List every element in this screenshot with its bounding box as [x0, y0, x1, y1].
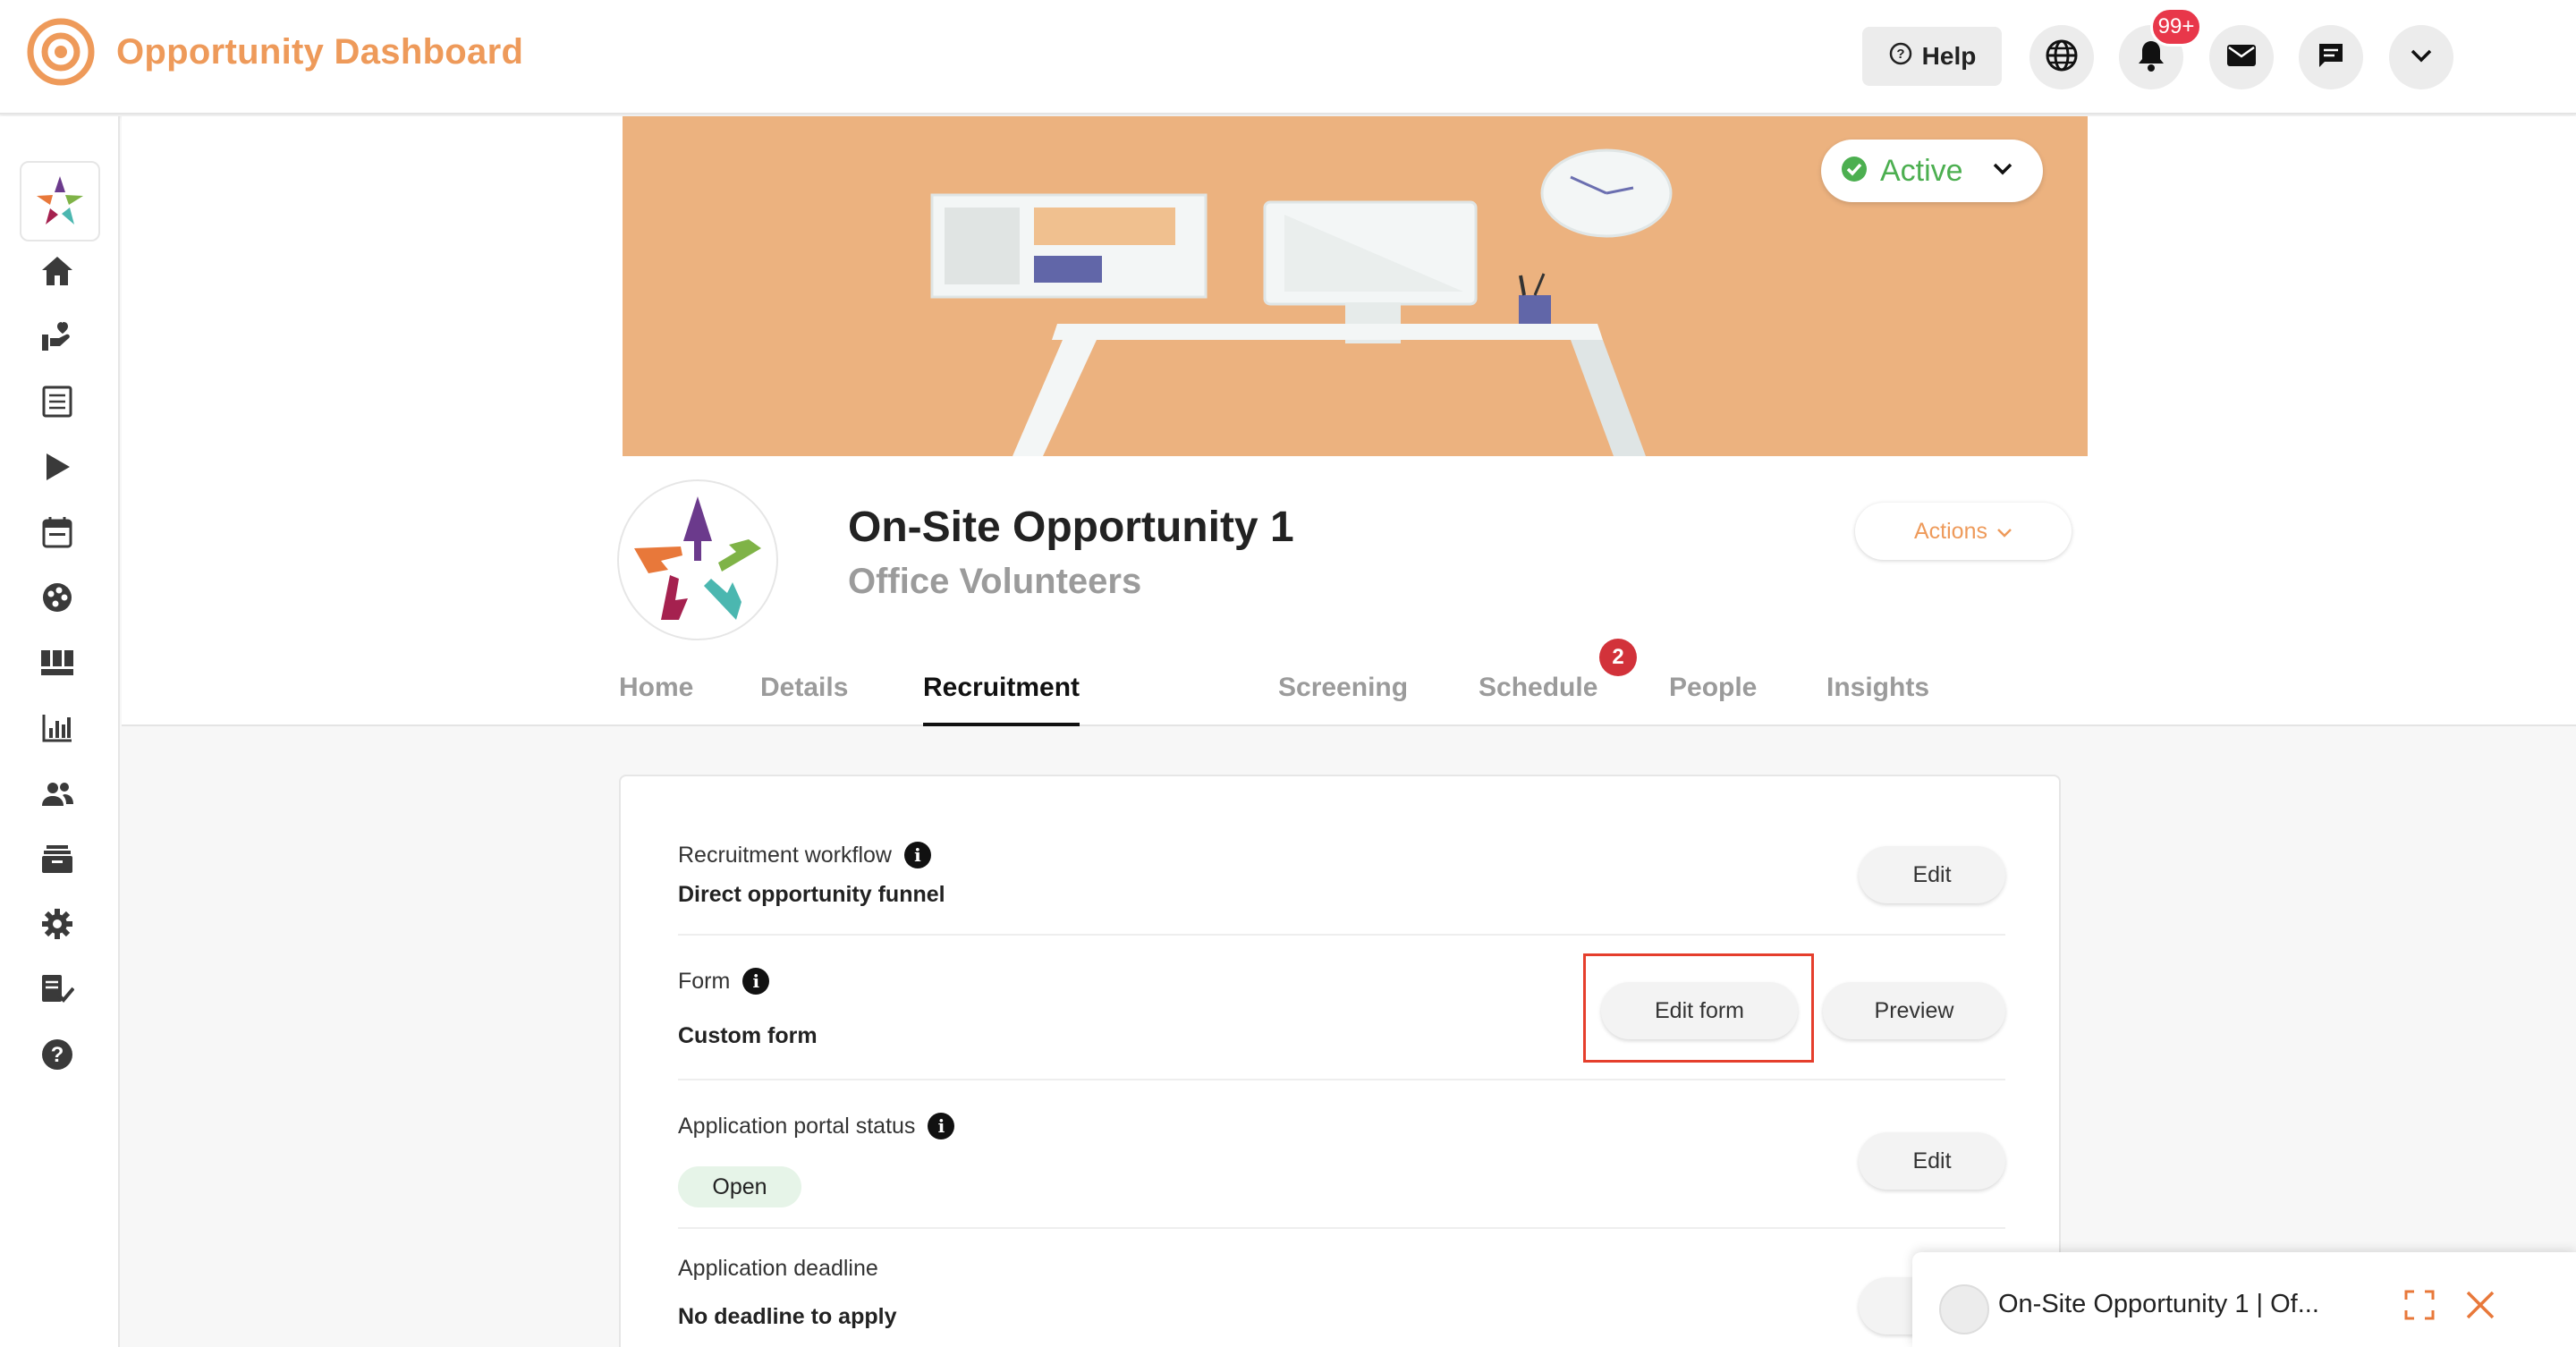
form-label: Form i: [678, 968, 770, 995]
expand-icon[interactable]: [2404, 1290, 2435, 1325]
sidebar-item-volunteering[interactable]: [33, 314, 81, 362]
messages-button[interactable]: [2299, 25, 2363, 89]
checklist-icon: [41, 385, 73, 423]
portal-status-row: Application portal status i Open Edit: [678, 1080, 2005, 1229]
recruitment-card: Recruitment workflow i Direct opportunit…: [619, 775, 2061, 1347]
app-logo[interactable]: [27, 18, 95, 86]
chat-icon: [2317, 41, 2345, 74]
portal-status-label-text: Application portal status: [678, 1113, 916, 1139]
chevron-down-icon: [1992, 162, 2013, 181]
tab-recruitment[interactable]: Recruitment: [923, 673, 1080, 726]
notification-badge: 99+: [2150, 7, 2202, 47]
chevron-down-icon: [1996, 519, 2012, 545]
people-icon: [40, 780, 74, 811]
workflow-label: Recruitment workflow i: [678, 842, 931, 868]
help-label: Help: [1921, 42, 1977, 70]
board-icon: [40, 649, 74, 681]
approval-icon: [40, 973, 75, 1010]
info-icon[interactable]: i: [742, 968, 770, 995]
form-row: Form i Custom form Edit form Preview: [678, 936, 2005, 1080]
form-label-text: Form: [678, 968, 731, 994]
sidebar-item-archive[interactable]: [33, 836, 81, 885]
tab-people[interactable]: People: [1669, 673, 1757, 726]
main-content: Active On-Site Opportunity 1 Office Volu…: [122, 116, 2576, 1347]
sidebar-item-board[interactable]: [33, 640, 81, 689]
bar-chart-icon: [41, 713, 73, 748]
mail-button[interactable]: [2209, 25, 2274, 89]
tab-details[interactable]: Details: [760, 673, 848, 726]
window-avatar: [1939, 1284, 1989, 1334]
actions-button[interactable]: Actions: [1855, 503, 2072, 560]
tab-insights[interactable]: Insights: [1826, 673, 1929, 726]
status-dropdown[interactable]: Active: [1821, 140, 2043, 202]
actions-label: Actions: [1914, 518, 1987, 544]
help-icon: ?: [1888, 41, 1913, 72]
edit-form-button[interactable]: Edit form: [1601, 982, 1798, 1039]
workflow-label-text: Recruitment workflow: [678, 842, 892, 868]
form-value: Custom form: [678, 1023, 818, 1048]
organization-logo[interactable]: [20, 161, 100, 241]
sidebar-item-approvals[interactable]: [33, 967, 81, 1015]
hands-logo-icon: [634, 496, 761, 620]
account-menu-button[interactable]: [2389, 25, 2453, 89]
portal-status-badge: Open: [678, 1166, 801, 1207]
workflow-value: Direct opportunity funnel: [678, 882, 945, 907]
home-icon: [40, 255, 74, 292]
deadline-value: No deadline to apply: [678, 1304, 897, 1329]
app-title: Opportunity Dashboard: [116, 32, 524, 72]
status-label: Active: [1880, 153, 1963, 188]
deadline-label: Application deadline: [678, 1256, 878, 1281]
tab-home[interactable]: Home: [619, 673, 693, 726]
opportunity-title: On-Site Opportunity 1: [848, 504, 1294, 551]
opportunity-banner: Active: [623, 116, 2088, 456]
preview-form-button[interactable]: Preview: [1823, 982, 2005, 1039]
help-circle-icon: ?: [40, 1038, 74, 1076]
svg-text:?: ?: [1896, 47, 1904, 62]
sidebar-item-people[interactable]: [33, 771, 81, 819]
edit-portal-status-button[interactable]: Edit: [1859, 1132, 2005, 1190]
sidebar-item-help[interactable]: ?: [33, 1032, 81, 1080]
sidebar: ?: [0, 116, 120, 1347]
edit-workflow-button[interactable]: Edit: [1859, 846, 2005, 903]
language-button[interactable]: [2029, 25, 2094, 89]
top-bar: Opportunity Dashboard ? Help 99+: [0, 0, 2576, 114]
volunteer-hand-icon: [40, 320, 74, 357]
mail-icon: [2226, 43, 2257, 72]
check-circle-icon: [1841, 156, 1868, 187]
chevron-down-icon: [2410, 47, 2433, 68]
calendar-icon: [42, 516, 72, 553]
tab-screening[interactable]: Screening: [1278, 673, 1408, 726]
info-icon[interactable]: i: [903, 842, 931, 868]
recruitment-workflow-row: Recruitment workflow i Direct opportunit…: [678, 776, 2005, 936]
sidebar-item-calendar[interactable]: [33, 510, 81, 558]
schedule-badge: 2: [1599, 639, 1637, 676]
sidebar-item-home[interactable]: [33, 249, 81, 297]
deadline-row: Application deadline No deadline to appl…: [678, 1229, 2005, 1347]
sidebar-item-checklist[interactable]: [33, 379, 81, 428]
close-icon[interactable]: [2465, 1290, 2496, 1325]
palette-icon: [41, 581, 73, 618]
portal-status-label: Application portal status i: [678, 1113, 955, 1139]
sidebar-item-settings[interactable]: [33, 902, 81, 950]
opportunity-header: Active On-Site Opportunity 1 Office Volu…: [122, 116, 2576, 726]
opportunity-subtitle: Office Volunteers: [848, 562, 1142, 601]
tab-schedule[interactable]: Schedule: [1479, 673, 1597, 726]
minimized-window[interactable]: On-Site Opportunity 1 | Of...: [1912, 1252, 2576, 1347]
sidebar-item-media[interactable]: [33, 445, 81, 493]
play-icon: [43, 452, 72, 487]
window-title: On-Site Opportunity 1 | Of...: [1998, 1290, 2319, 1318]
info-icon[interactable]: i: [928, 1113, 955, 1139]
help-button[interactable]: ? Help: [1862, 27, 2002, 86]
sidebar-item-reports[interactable]: [33, 706, 81, 754]
organization-avatar: [617, 479, 778, 640]
gear-icon: [41, 908, 73, 945]
sidebar-item-palette[interactable]: [33, 575, 81, 623]
globe-icon: [2045, 38, 2079, 77]
svg-text:?: ?: [51, 1043, 64, 1067]
archive-icon: [41, 843, 73, 878]
